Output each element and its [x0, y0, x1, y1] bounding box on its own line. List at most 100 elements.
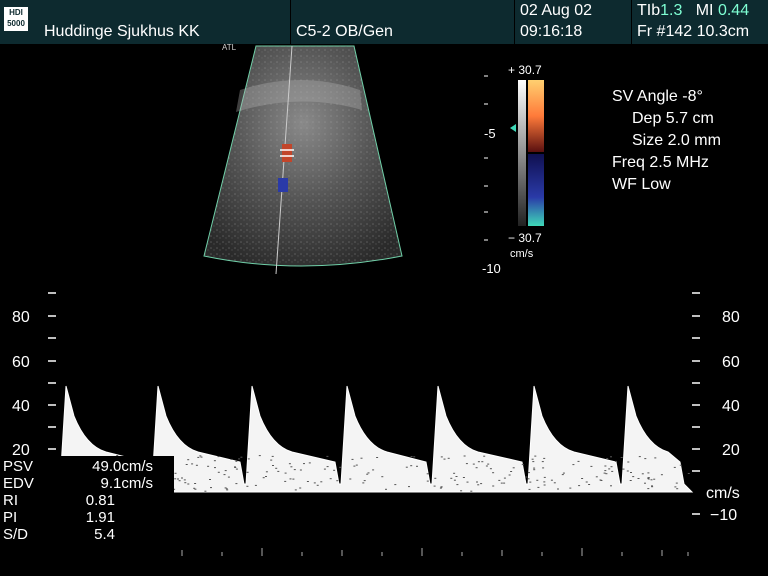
doppler-speckle	[299, 488, 301, 489]
doppler-speckle	[207, 466, 209, 467]
doppler-speckle	[336, 480, 338, 481]
doppler-speckle	[187, 484, 189, 485]
doppler-speckle	[542, 467, 544, 468]
doppler-speckle	[366, 474, 368, 475]
doppler-speckle	[394, 484, 396, 485]
doppler-speckle	[352, 459, 354, 460]
measurement-value: 1.91	[86, 509, 115, 526]
doppler-speckle	[611, 466, 613, 467]
doppler-speckle	[434, 486, 436, 487]
doppler-speckle	[214, 467, 216, 468]
doppler-speckle	[175, 473, 177, 474]
measurement-panel: PSV 49.0cm/s EDV 9.1cm/s RI 0.81 PI 1.91…	[3, 458, 173, 543]
doppler-speckle	[294, 469, 296, 470]
doppler-speckle	[326, 456, 328, 457]
doppler-speckle	[486, 466, 488, 467]
doppler-speckle	[513, 467, 515, 468]
wall-filter: WF Low	[612, 174, 721, 196]
doppler-speckle	[411, 456, 413, 457]
doppler-frequency: Freq 2.5 MHz	[612, 152, 721, 174]
doppler-speckle	[528, 478, 530, 479]
doppler-speckle	[265, 476, 267, 477]
doppler-speckle	[376, 457, 378, 458]
doppler-speckle	[246, 486, 248, 487]
doppler-speckle	[504, 478, 506, 479]
measurement-value: 49.0cm/s	[92, 458, 153, 475]
doppler-speckle	[289, 463, 291, 464]
doppler-speckle	[467, 482, 469, 483]
sample-size: Size 2.0 mm	[612, 130, 721, 152]
doppler-speckle	[186, 464, 188, 465]
doppler-speckle	[234, 467, 236, 468]
doppler-speckle	[408, 486, 410, 487]
focus-marker-icon	[510, 124, 516, 132]
doppler-speckle	[290, 478, 292, 479]
doppler-speckle	[470, 491, 472, 492]
doppler-speckle	[187, 459, 189, 460]
doppler-speckle	[492, 486, 494, 487]
doppler-speckle	[460, 490, 462, 491]
atl-watermark: ATL	[222, 43, 237, 52]
doppler-speckle	[578, 485, 580, 486]
b-mode-sector	[204, 46, 516, 274]
doppler-speckle	[543, 481, 545, 482]
doppler-speckle	[610, 456, 612, 457]
doppler-speckle	[330, 478, 332, 479]
doppler-speckle	[450, 478, 452, 479]
doppler-speckle	[204, 491, 206, 492]
doppler-speckle	[630, 480, 632, 481]
doppler-speckle	[611, 471, 613, 472]
doppler-speckle	[184, 479, 186, 480]
doppler-speckle	[688, 473, 690, 474]
doppler-speckle	[529, 482, 531, 483]
doppler-speckle	[647, 478, 649, 479]
doppler-speckle	[413, 456, 415, 457]
doppler-speckle	[209, 479, 211, 480]
doppler-speckle	[586, 482, 588, 483]
doppler-speckle	[194, 483, 196, 484]
doppler-speckle	[627, 462, 629, 463]
doppler-speckle	[416, 466, 418, 467]
doppler-speckle	[225, 470, 227, 471]
doppler-speckle	[410, 465, 412, 466]
doppler-speckle	[563, 473, 565, 474]
measurement-label: RI	[3, 492, 18, 509]
doppler-speckle	[621, 457, 623, 458]
doppler-speckle	[542, 461, 544, 462]
doppler-speckle	[528, 472, 530, 473]
color-flow-negative	[278, 178, 288, 192]
doppler-speckle	[615, 461, 617, 462]
doppler-speckle	[532, 461, 534, 462]
scale-right-20: 20	[722, 442, 740, 459]
doppler-speckle	[644, 458, 646, 459]
doppler-speckle	[647, 472, 649, 473]
scale-right-60: 60	[722, 354, 740, 371]
doppler-speckle	[300, 470, 302, 471]
doppler-speckle	[248, 458, 250, 459]
doppler-speckle	[255, 485, 257, 486]
doppler-speckle	[368, 472, 370, 473]
doppler-speckle	[235, 461, 237, 462]
doppler-speckle	[231, 459, 233, 460]
measurement-ri: RI 0.81	[3, 492, 173, 509]
doppler-speckle	[440, 488, 442, 489]
doppler-speckle	[510, 471, 512, 472]
doppler-speckle	[596, 476, 598, 477]
doppler-speckle	[572, 464, 574, 465]
doppler-speckle	[224, 474, 226, 475]
doppler-speckle	[606, 458, 608, 459]
doppler-speckle	[554, 482, 556, 483]
doppler-speckle	[317, 485, 319, 486]
doppler-speckle	[427, 473, 429, 474]
depth-mark-5: -5	[484, 126, 496, 141]
doppler-speckle	[480, 483, 482, 484]
measurement-label: EDV	[3, 475, 34, 492]
doppler-speckle	[270, 460, 272, 461]
doppler-speckle	[339, 467, 341, 468]
scale-left-40: 40	[12, 398, 30, 415]
doppler-speckle	[181, 478, 183, 479]
doppler-speckle	[453, 473, 455, 474]
doppler-speckle	[676, 483, 678, 484]
doppler-speckle	[441, 456, 443, 457]
doppler-speckle	[226, 489, 228, 490]
